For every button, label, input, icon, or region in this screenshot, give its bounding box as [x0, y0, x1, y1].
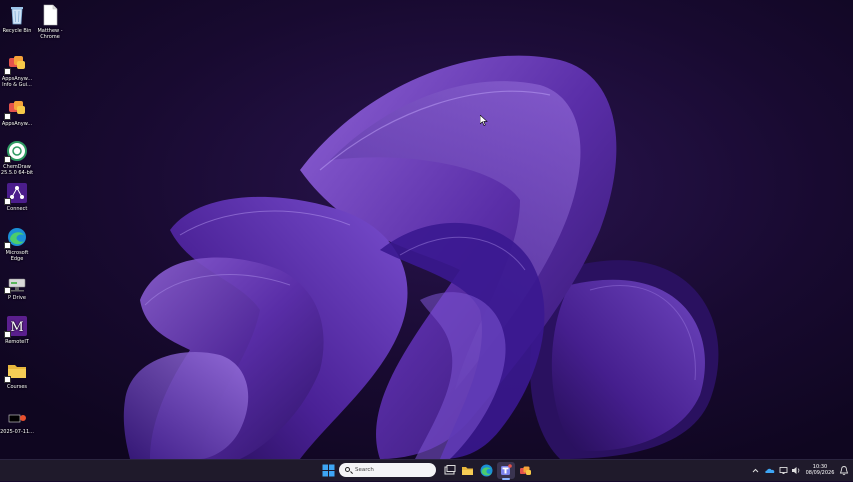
network-drive-icon — [4, 271, 28, 294]
media-file-icon — [6, 405, 28, 427]
taskbar: Search 10:30 08/09/2026 — [0, 459, 853, 481]
desktop-wallpaper — [0, 0, 853, 459]
appsanywhere-icon — [4, 97, 28, 120]
notifications-button[interactable] — [838, 463, 850, 478]
desktop-icon-appsanywhere-info[interactable]: AppsAnyw... Info & Gui... — [0, 52, 34, 88]
desktop-icon-p-drive[interactable]: P Drive — [0, 271, 34, 301]
desktop-icon-connect[interactable]: Connect — [0, 182, 34, 212]
appsanywhere-icon — [4, 52, 28, 75]
shortcut-arrow-icon — [4, 156, 11, 163]
desktop-icon-chemdraw[interactable]: ChemDraw 25.5.0 64-bit — [0, 140, 34, 176]
desktop-icon-label: Recycle Bin — [2, 28, 32, 34]
volume-tray-button[interactable] — [790, 463, 801, 478]
folder-icon — [462, 467, 473, 475]
desktop-icon-label: RemoteIT — [5, 339, 29, 345]
document-icon — [39, 4, 61, 26]
desktop-icon-label: AppsAnyw... — [1, 121, 33, 127]
teams-taskbar-button[interactable] — [498, 463, 513, 478]
network-icon — [779, 467, 788, 474]
desktop-icon-label: 2025-07-11... — [0, 429, 34, 435]
folder-icon — [4, 360, 28, 383]
desktop-icon-matthew-chrome[interactable]: Matthew - Chrome — [33, 4, 67, 40]
chevron-up-icon — [752, 468, 759, 473]
connect-icon — [4, 182, 28, 205]
task-view-icon — [444, 465, 456, 475]
taskbar-clock[interactable]: 10:30 08/09/2026 — [803, 464, 837, 476]
edge-icon — [480, 464, 493, 477]
desktop-icon-label: AppsAnyw... Info & Gui... — [1, 76, 33, 88]
desktop-icon-appsanywhere[interactable]: AppsAnyw... — [0, 97, 34, 127]
desktop-icon-label: ChemDraw 25.5.0 64-bit — [0, 164, 34, 176]
desktop-icon-label: Microsoft Edge — [5, 250, 29, 262]
chemdraw-icon — [4, 140, 28, 163]
windows-logo-icon — [322, 464, 335, 477]
notification-bell-icon — [839, 466, 849, 476]
task-view-button[interactable] — [442, 463, 457, 478]
appsanywhere-icon — [520, 466, 531, 475]
taskbar-search-box[interactable]: Search — [339, 463, 436, 477]
appsanywhere-taskbar-button[interactable] — [518, 463, 533, 478]
file-explorer-button[interactable] — [460, 463, 475, 478]
cloud-icon — [765, 468, 775, 473]
edge-icon — [4, 226, 28, 249]
teams-icon — [501, 464, 512, 475]
desktop-icon-label: P Drive — [8, 295, 26, 301]
desktop-icon-file-2025[interactable]: 2025-07-11... — [0, 405, 34, 435]
shortcut-arrow-icon — [4, 287, 11, 294]
recycle-bin-icon — [6, 4, 28, 26]
shortcut-arrow-icon — [4, 113, 11, 120]
svg-text:M: M — [10, 320, 23, 335]
shortcut-arrow-icon — [4, 242, 11, 249]
show-hidden-icons-button[interactable] — [750, 463, 761, 478]
clock-date: 08/09/2026 — [805, 470, 835, 476]
desktop-icon-remotelt[interactable]: M RemoteIT — [0, 315, 34, 345]
onedrive-tray-button[interactable] — [764, 463, 776, 478]
desktop-icon-label: Matthew - Chrome — [37, 28, 63, 40]
desktop-icon-courses[interactable]: Courses — [0, 360, 34, 390]
search-placeholder: Search — [355, 467, 374, 473]
shortcut-arrow-icon — [4, 376, 11, 383]
network-tray-button[interactable] — [778, 463, 789, 478]
desktop-icon-label: Courses — [6, 384, 28, 390]
desktop-icon-recycle-bin[interactable]: Recycle Bin — [0, 4, 34, 34]
start-button[interactable] — [321, 463, 336, 478]
search-icon — [345, 467, 350, 472]
mouse-cursor-icon — [480, 115, 488, 126]
edge-taskbar-button[interactable] — [479, 463, 494, 478]
shortcut-arrow-icon — [4, 198, 11, 205]
shortcut-arrow-icon — [4, 331, 11, 338]
desktop-icon-microsoft-edge[interactable]: Microsoft Edge — [0, 226, 34, 262]
desktop-icon-label: Connect — [6, 206, 28, 212]
shortcut-arrow-icon — [4, 68, 11, 75]
speaker-icon — [792, 467, 800, 474]
remotelt-icon: M — [4, 315, 28, 338]
